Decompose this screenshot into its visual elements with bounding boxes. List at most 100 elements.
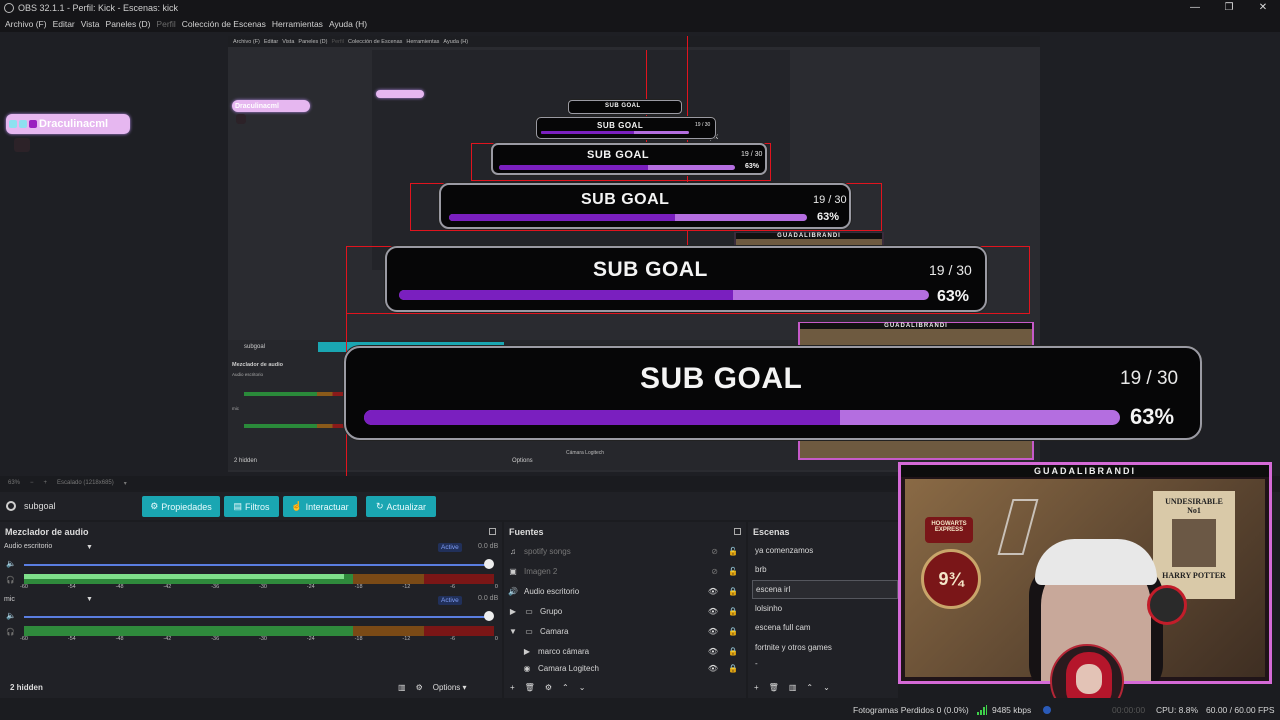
menu-editar[interactable]: Editar — [50, 19, 78, 29]
menu-archivo[interactable]: Archivo (F) — [2, 19, 50, 29]
chevron-down-icon[interactable]: ▼ — [86, 596, 93, 603]
filter-icon: ▤ — [233, 501, 242, 511]
zoom-level[interactable]: 63% — [8, 480, 20, 486]
interact-button[interactable]: ☝ Interactuar — [283, 496, 357, 517]
refresh-button[interactable]: ↻ Actualizar — [366, 496, 436, 517]
goal-progress-fill — [364, 410, 841, 425]
sub-goal-widget[interactable]: SUB GOAL 19 / 30 63% — [385, 246, 987, 312]
sub-goal-widget[interactable]: SUB GOAL — [568, 100, 682, 114]
menu-paneles[interactable]: Paneles (D) — [103, 19, 154, 29]
close-button[interactable]: ✕ — [1246, 0, 1280, 16]
eye-icon[interactable]: 👁 — [708, 664, 718, 673]
poster-title: UNDESIRABLE — [1165, 497, 1223, 506]
menu-herramientas[interactable]: Herramientas — [269, 19, 326, 29]
volume-slider[interactable] — [24, 564, 490, 566]
move-down-button[interactable]: ⌄ — [823, 683, 830, 692]
sub-goal-widget-main[interactable]: SUB GOAL 19 / 30 63% — [344, 346, 1202, 440]
popout-icon[interactable] — [734, 528, 741, 535]
volume-slider[interactable] — [24, 616, 490, 618]
eye-icon[interactable]: 👁 — [708, 587, 718, 596]
maximize-button[interactable]: ❐ — [1212, 0, 1246, 16]
image-icon: ▣ — [509, 566, 517, 576]
minimize-button[interactable]: — — [1178, 0, 1212, 16]
speaker-icon[interactable]: 🔈 — [6, 611, 16, 620]
source-item[interactable]: ◉ Camara Logitech 👁 🔒 — [508, 661, 744, 675]
remove-source-button[interactable]: 🗑 — [525, 683, 535, 692]
poster-name: HARRY POTTER — [1162, 571, 1226, 580]
chevron-right-icon[interactable]: ▶ — [508, 607, 518, 616]
chevron-down-icon[interactable]: ▼ — [508, 627, 518, 636]
dropped-frames: Fotogramas Perdidos 0 (0.0%) — [853, 705, 969, 715]
volume-slider-knob[interactable] — [484, 559, 494, 569]
source-item[interactable]: ▶ ▭ Grupo 👁 🔒 — [508, 601, 744, 621]
lock-icon[interactable]: 🔒 — [728, 664, 738, 673]
gear-icon[interactable]: ⚙ — [416, 683, 423, 692]
sub-goal-widget[interactable]: SUB GOAL 19 / 30 63% — [491, 143, 767, 175]
nested-name-tag: Draculinacml — [232, 100, 310, 112]
scene-item[interactable]: - — [752, 657, 898, 669]
source-item[interactable]: ♫ spotify songs ⊘ 🔓 — [508, 541, 744, 561]
unlock-icon[interactable]: 🔓 — [728, 567, 738, 576]
source-item[interactable]: ▣ Imagen 2 ⊘ 🔓 — [508, 561, 744, 581]
source-item-label: Audio escritorio — [524, 586, 580, 596]
layout-icon[interactable]: ▥ — [398, 683, 406, 692]
scene-item[interactable]: escena full cam — [752, 618, 898, 637]
scene-item[interactable]: fortnite y otros games — [752, 638, 898, 657]
gear-icon: ⚙ — [150, 501, 159, 511]
nested-channel-2: mic — [232, 406, 239, 411]
eye-icon[interactable]: 👁 — [708, 647, 718, 656]
zoom-plus-icon[interactable]: + — [44, 480, 48, 486]
scene-item-selected[interactable]: escena irl — [752, 580, 898, 599]
remove-scene-button[interactable]: 🗑 — [769, 683, 779, 692]
lock-icon[interactable]: 🔒 — [728, 647, 738, 656]
eye-off-icon[interactable]: ⊘ — [711, 547, 718, 556]
scale-label[interactable]: Escalado (1218x685) — [57, 480, 114, 486]
headphones-icon[interactable]: 🎧 — [6, 576, 15, 584]
recording-time: 00:00:00 — [1112, 705, 1146, 715]
source-properties-button[interactable]: ⚙ — [545, 683, 552, 692]
headset-icon — [1147, 585, 1187, 625]
options-label: Options — [432, 682, 461, 692]
menu-ayuda[interactable]: Ayuda (H) — [326, 19, 370, 29]
eye-off-icon[interactable]: ⊘ — [711, 567, 718, 576]
source-item[interactable]: ▼ ▭ Camara 👁 🔒 — [508, 621, 744, 641]
properties-button[interactable]: ⚙ Propiedades — [142, 496, 220, 517]
scene-filter-button[interactable]: ▥ — [789, 683, 797, 692]
lock-icon[interactable]: 🔒 — [728, 627, 738, 636]
chevron-down-icon[interactable]: ▼ — [86, 544, 93, 551]
volume-slider-knob[interactable] — [484, 611, 494, 621]
zoom-minus-icon[interactable]: − — [30, 480, 34, 486]
eye-icon[interactable]: 👁 — [708, 627, 718, 636]
lock-icon[interactable]: 🔒 — [728, 607, 738, 616]
scene-item[interactable]: brb — [752, 560, 898, 579]
scene-item[interactable]: ya comenzamos — [752, 541, 898, 560]
eye-icon[interactable]: 👁 — [708, 607, 718, 616]
scenes-title: Escenas — [753, 527, 790, 537]
menu-coleccion-escenas[interactable]: Colección de Escenas — [179, 19, 269, 29]
headphones-icon[interactable]: 🎧 — [6, 628, 15, 636]
add-source-button[interactable]: + — [510, 683, 515, 692]
move-down-button[interactable]: ⌄ — [579, 683, 586, 692]
unlock-icon[interactable]: 🔓 — [728, 547, 738, 556]
move-up-button[interactable]: ⌃ — [806, 683, 813, 692]
meter-tick: -30 — [258, 636, 267, 642]
volume-db: 0.0 dB — [478, 595, 499, 602]
sub-goal-widget[interactable]: SUB GOAL 19 / 30 — [536, 117, 716, 139]
source-item[interactable]: ▶ marco cámara 👁 🔒 — [508, 641, 744, 661]
filters-label: Filtros — [245, 501, 270, 512]
menu-perfil[interactable]: Perfil — [153, 19, 178, 29]
goal-count: 19 / 30 — [741, 151, 763, 158]
speaker-icon[interactable]: 🔈 — [6, 559, 16, 568]
options-button[interactable]: Options ▾ — [433, 683, 467, 692]
filters-button[interactable]: ▤ Filtros — [224, 496, 279, 517]
chevron-down-icon[interactable]: ▾ — [124, 480, 127, 487]
menu-vista[interactable]: Vista — [78, 19, 103, 29]
popout-icon[interactable] — [489, 528, 496, 535]
move-up-button[interactable]: ⌃ — [562, 683, 569, 692]
goal-progress-fill — [449, 214, 675, 221]
add-scene-button[interactable]: + — [754, 683, 759, 692]
sub-goal-widget[interactable]: SUB GOAL 19 / 30 63% — [439, 183, 851, 229]
scene-item[interactable]: lolsinho — [752, 599, 898, 618]
source-item[interactable]: 🔊 Audio escritorio 👁 🔒 — [508, 581, 744, 601]
lock-icon[interactable]: 🔒 — [728, 587, 738, 596]
